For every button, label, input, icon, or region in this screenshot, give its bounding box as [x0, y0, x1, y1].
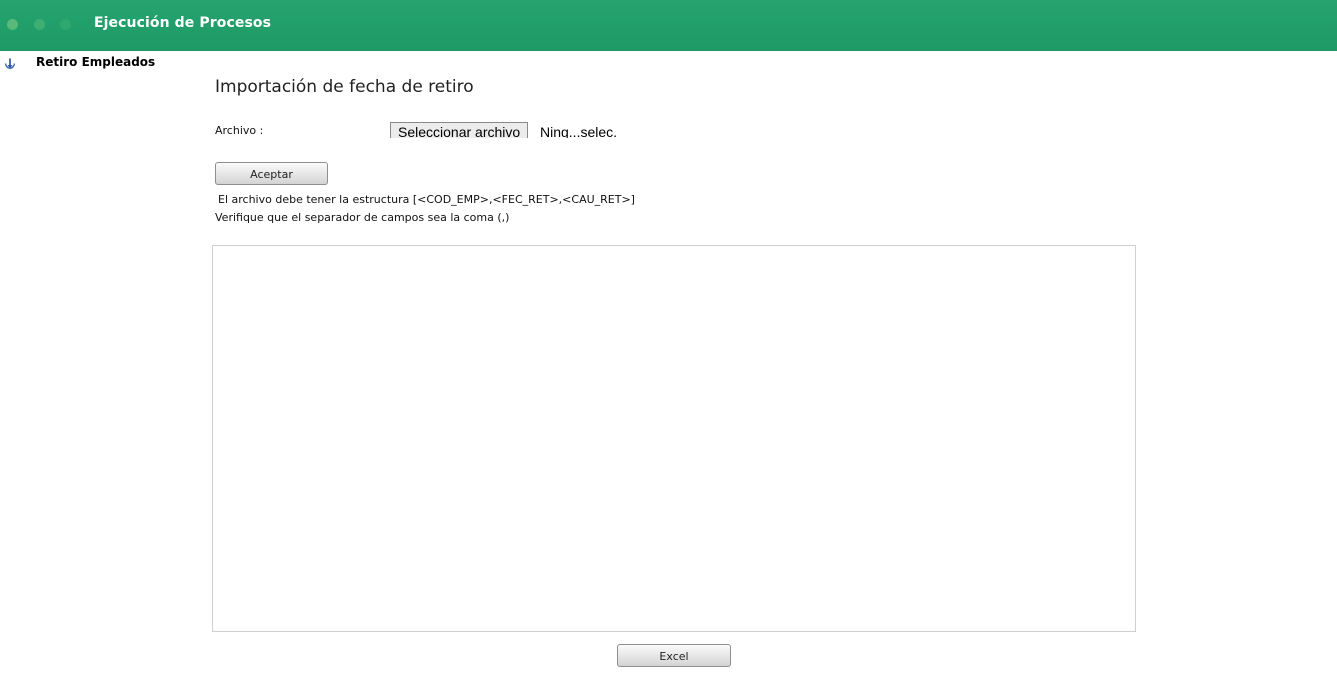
nav-item-retiro-empleados[interactable]: Retiro Empleados: [0, 52, 200, 72]
file-status-text: Ning...selec.: [540, 124, 618, 138]
separator-info-text: Verifique que el separador de campos sea…: [215, 211, 510, 224]
page-title: Importación de fecha de retiro: [215, 77, 474, 97]
title-bar: Ejecución de Procesos: [0, 0, 1337, 51]
window-title: Ejecución de Procesos: [94, 15, 272, 31]
structure-info-text: El archivo debe tener la estructura [<CO…: [218, 193, 635, 206]
window-dot-3[interactable]: [60, 19, 71, 30]
excel-export-button[interactable]: Excel: [617, 644, 731, 667]
results-panel: [212, 245, 1136, 632]
down-arrow-icon: [4, 55, 16, 70]
file-field-label: Archivo :: [215, 124, 264, 137]
window-dot-1[interactable]: [7, 19, 18, 30]
select-file-button[interactable]: Seleccionar archivo: [390, 122, 529, 138]
window-dot-2[interactable]: [34, 19, 45, 30]
accept-button[interactable]: Aceptar: [215, 162, 328, 185]
nav-item-label: Retiro Empleados: [36, 55, 156, 69]
